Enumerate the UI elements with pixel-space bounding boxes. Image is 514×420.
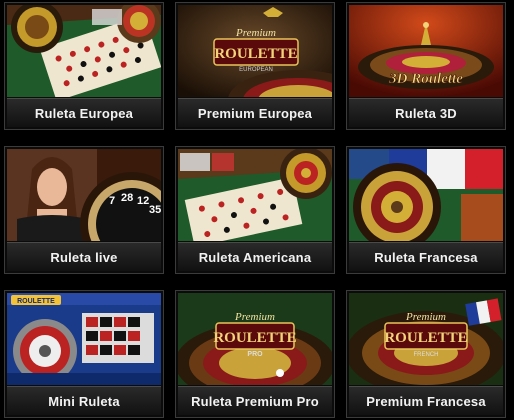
game-tile-ruleta-americana[interactable]: Ruleta Americana [175,146,335,274]
game-tile-premium-francesa[interactable]: Premium ROULETTE FRENCH Premium Francesa [346,290,506,418]
logo-premium-text: Premium [405,311,446,323]
wheel-number: 28 [121,192,133,204]
logo-roulette-text: ROULETTE [384,330,467,346]
game-thumbnail[interactable]: ROULETTE [7,293,161,385]
wheel-number: 12 [137,195,149,207]
game-thumbnail[interactable] [7,5,161,97]
game-tile-premium-europea[interactable]: Premium ROULETTE EUROPEAN Premium Europe… [175,2,335,130]
game-title[interactable]: Ruleta Francesa [349,242,503,271]
game-title[interactable]: Premium Francesa [349,386,503,415]
game-thumbnail[interactable] [178,149,332,241]
logo-premium-text: Premium [234,311,275,323]
game-thumbnail[interactable]: 3D Roulette [349,5,503,97]
game-tile-ruleta-premium-pro[interactable]: Premium ROULETTE PRO Ruleta Premium Pro [175,290,335,418]
game-title[interactable]: Ruleta Americana [178,242,332,271]
game-title[interactable]: Ruleta live [7,242,161,271]
logo-3d-text: 3D Roulette [388,71,463,87]
logo-roulette-text: ROULETTE [213,330,296,346]
wheel-number: 7 [109,195,115,207]
game-grid: Ruleta Europea Premium ROULETTE EUROPEAN [0,0,514,420]
game-thumbnail[interactable]: Premium ROULETTE PRO [178,293,332,385]
game-thumbnail[interactable]: Premium ROULETTE EUROPEAN [178,5,332,97]
game-tile-mini-ruleta[interactable]: ROULETTE Mini Ruleta [4,290,164,418]
game-thumbnail[interactable]: 7 28 12 35 [7,149,161,241]
game-tile-ruleta-live[interactable]: 7 28 12 35 Ruleta live [4,146,164,274]
game-title[interactable]: Ruleta Premium Pro [178,386,332,415]
game-tile-ruleta-3d[interactable]: 3D Roulette Ruleta 3D [346,2,506,130]
game-thumbnail[interactable]: Premium ROULETTE FRENCH [349,293,503,385]
mini-logo-text: ROULETTE [17,298,55,305]
logo-premium-text: Premium [235,27,276,39]
logo-roulette-text: ROULETTE [214,46,297,62]
logo-pro-text: PRO [247,351,263,358]
game-title[interactable]: Ruleta Europea [7,98,161,127]
game-tile-ruleta-francesa[interactable]: Ruleta Francesa [346,146,506,274]
game-title[interactable]: Mini Ruleta [7,386,161,415]
logo-european-text: EUROPEAN [239,67,273,73]
game-title[interactable]: Ruleta 3D [349,98,503,127]
game-title[interactable]: Premium Europea [178,98,332,127]
wheel-number: 35 [149,204,161,216]
game-thumbnail[interactable] [349,149,503,241]
logo-french-text: FRENCH [414,352,439,358]
game-tile-ruleta-europea[interactable]: Ruleta Europea [4,2,164,130]
